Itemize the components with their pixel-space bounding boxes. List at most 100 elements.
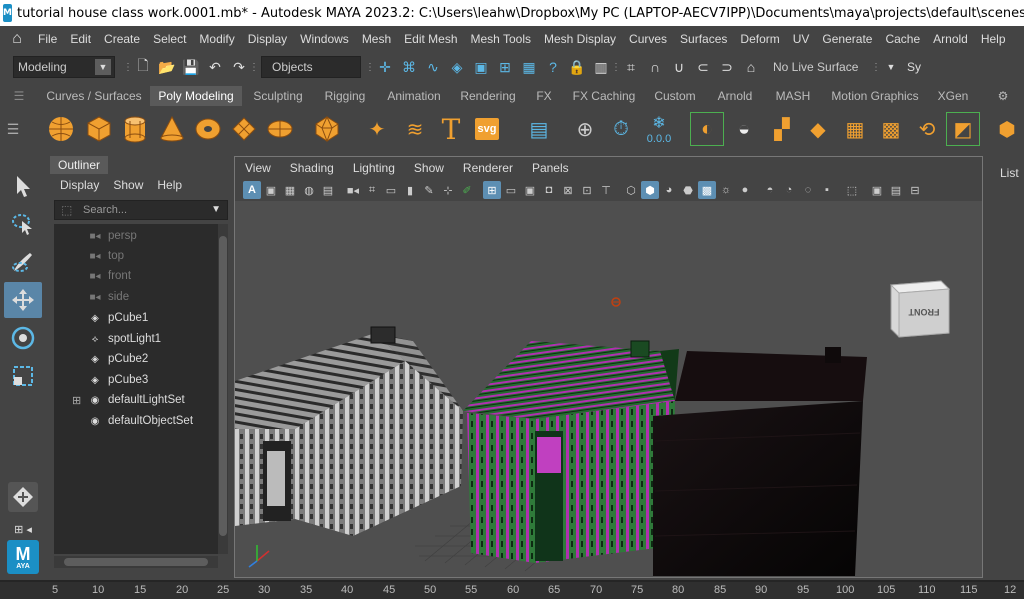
sweep-mesh-icon[interactable]: ≋: [398, 112, 432, 146]
smooth-proxy-icon[interactable]: ⏱: [604, 112, 638, 146]
poly-cone-icon[interactable]: [155, 112, 189, 146]
snap-to-view-icon[interactable]: ⊂: [692, 56, 714, 78]
menu-mesh-display[interactable]: Mesh Display: [540, 32, 625, 46]
snap-to-grid-icon[interactable]: ⌗: [620, 56, 642, 78]
select-mode-dropdown[interactable]: Objects: [261, 56, 361, 78]
shelf-tab-xgen[interactable]: XGen: [930, 86, 976, 106]
redo-icon[interactable]: ↷: [228, 56, 250, 78]
menu-modify[interactable]: Modify: [195, 32, 243, 46]
lock-icon[interactable]: 🔒: [566, 56, 588, 78]
poly-plane-icon[interactable]: [227, 112, 261, 146]
depth-of-field-icon[interactable]: ◌: [799, 181, 817, 199]
menu-arnold[interactable]: Arnold: [929, 32, 977, 46]
menu-mesh[interactable]: Mesh: [358, 32, 400, 46]
wireframe-on-shaded-icon[interactable]: ◕: [660, 181, 678, 199]
live-surface-field[interactable]: No Live Surface: [769, 56, 869, 78]
pivot-icon[interactable]: ⊹: [439, 181, 457, 199]
layout-switch-icon[interactable]: ⊞ ◂: [4, 520, 42, 538]
house-pcube3[interactable]: [653, 347, 867, 576]
select-curve-icon[interactable]: ∿: [422, 56, 444, 78]
house-pcube2[interactable]: [463, 340, 679, 563]
outliner-item-pcube3[interactable]: ◈ pCube3: [54, 370, 148, 390]
super-shape-icon[interactable]: ✦: [360, 112, 394, 146]
outliner-menu-display[interactable]: Display: [60, 178, 99, 192]
list-tab[interactable]: List: [1000, 166, 1019, 180]
screen-space-ao-icon[interactable]: ●: [736, 181, 754, 199]
outliner-menu-show[interactable]: Show: [113, 178, 143, 192]
menu-cache[interactable]: Cache: [881, 32, 929, 46]
shelf-options-icon[interactable]: ☰: [8, 86, 30, 106]
xray-icon[interactable]: ⬚: [843, 181, 861, 199]
home-icon[interactable]: ⌂: [0, 30, 34, 48]
outliner-vertical-scrollbar[interactable]: [218, 224, 228, 554]
gamma-icon[interactable]: ⊟: [906, 181, 924, 199]
type-tool-icon[interactable]: T: [434, 112, 468, 146]
bookmark-icon[interactable]: ▮: [401, 181, 419, 199]
view-2d-icon[interactable]: ▤: [319, 181, 337, 199]
viewport-menu-show[interactable]: Show: [414, 161, 444, 175]
grid-snap-icon[interactable]: ⌗: [363, 181, 381, 199]
shelf-settings-icon[interactable]: ⚙: [990, 86, 1016, 106]
camera-attributes-icon[interactable]: ▣: [262, 181, 280, 199]
mirror-icon[interactable]: ▩: [874, 112, 908, 146]
safe-title-icon[interactable]: ⊤: [597, 181, 615, 199]
menu-set-dropdown[interactable]: Modeling ▼: [13, 56, 115, 78]
undo-icon[interactable]: ↶: [204, 56, 226, 78]
menu-create[interactable]: Create: [100, 32, 149, 46]
viewport-menu-panels[interactable]: Panels: [532, 161, 569, 175]
viewport-menu-view[interactable]: View: [245, 161, 271, 175]
time-slider[interactable]: 5 10 15 20 25 30 35 40 45 50 55 60 65 70…: [0, 580, 1024, 599]
menu-edit[interactable]: Edit: [66, 32, 100, 46]
smooth-shade-icon[interactable]: ⬢: [641, 181, 659, 199]
menu-mesh-tools[interactable]: Mesh Tools: [467, 32, 540, 46]
smooth-icon[interactable]: ▦: [838, 112, 872, 146]
bevel-icon[interactable]: ◩: [946, 112, 980, 146]
open-scene-icon[interactable]: 📂: [156, 56, 178, 78]
poly-cube-icon[interactable]: [82, 112, 116, 146]
select-camera-icon[interactable]: A: [243, 181, 261, 199]
outliner-item-defaultobjectset[interactable]: ◉ defaultObjectSet: [54, 411, 193, 431]
grid-icon[interactable]: ⊞: [483, 181, 501, 199]
wireframe-icon[interactable]: ⬡: [622, 181, 640, 199]
platonic-solid-icon[interactable]: [310, 112, 344, 146]
outliner-item-spotlight1[interactable]: ⟡ spotLight1: [54, 329, 161, 349]
chevron-down-icon[interactable]: ▼: [880, 56, 902, 78]
shelf-tab-animation[interactable]: Animation: [380, 86, 448, 106]
menu-deform[interactable]: Deform: [736, 32, 788, 46]
outliner-item-defaultlightset[interactable]: ⊞ ◉ defaultLightSet: [54, 390, 185, 410]
view-cube[interactable]: FRONT: [889, 280, 951, 338]
combine-icon[interactable]: ◐: [690, 112, 724, 146]
shelf-tab-fx-caching[interactable]: FX Caching: [566, 86, 642, 106]
menu-generate[interactable]: Generate: [818, 32, 881, 46]
outliner-menu-help[interactable]: Help: [157, 178, 182, 192]
menu-windows[interactable]: Windows: [296, 32, 358, 46]
outliner-item-top[interactable]: ■◂ top: [54, 246, 124, 266]
menu-curves[interactable]: Curves: [625, 32, 676, 46]
outliner-search-input[interactable]: ⬚ Search... ▼: [54, 200, 228, 220]
boolean-icon[interactable]: ◆: [801, 112, 835, 146]
field-chart-icon[interactable]: ⊠: [559, 181, 577, 199]
motion-blur-icon[interactable]: ◓: [761, 181, 779, 199]
grease-pencil-icon[interactable]: ✎: [420, 181, 438, 199]
bridge-icon[interactable]: ⟲: [910, 112, 944, 146]
make-live-icon[interactable]: ⌂: [740, 56, 762, 78]
shelf-tab-motion-graphics[interactable]: Motion Graphics: [824, 86, 926, 106]
scrollbar-thumb[interactable]: [64, 558, 208, 566]
shelf-tab-fx[interactable]: FX: [528, 86, 560, 106]
film-gate-toggle-icon[interactable]: ▭: [502, 181, 520, 199]
rotate-tool-icon[interactable]: [4, 320, 42, 356]
chevron-down-icon[interactable]: ▼: [211, 204, 221, 215]
textured-icon[interactable]: ⬣: [679, 181, 697, 199]
snap-to-point-icon[interactable]: ∪: [668, 56, 690, 78]
menu-file[interactable]: File: [34, 32, 66, 46]
menu-help[interactable]: Help: [977, 32, 1015, 46]
viewport-menu-shading[interactable]: Shading: [290, 161, 334, 175]
poly-torus-icon[interactable]: [191, 112, 225, 146]
quick-layout-icon[interactable]: [8, 482, 38, 512]
shelf-tab-poly-modeling[interactable]: Poly Modeling: [150, 86, 242, 106]
xray-joints-icon[interactable]: ▣: [868, 181, 886, 199]
outliner-horizontal-scrollbar[interactable]: [54, 556, 218, 568]
menu-surfaces[interactable]: Surfaces: [676, 32, 736, 46]
poly-sphere-icon[interactable]: [44, 112, 78, 146]
lasso-tool-icon[interactable]: [4, 206, 42, 242]
